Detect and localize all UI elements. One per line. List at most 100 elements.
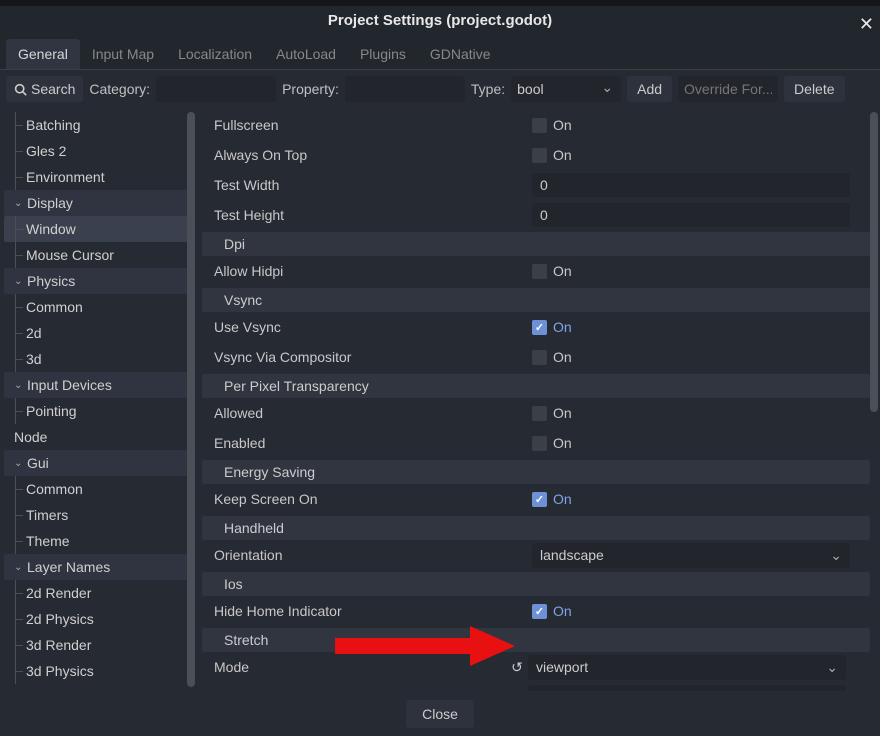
type-label: Type:: [471, 81, 505, 97]
add-button[interactable]: Add: [627, 76, 672, 102]
property-value: On: [532, 349, 870, 365]
tab-localization[interactable]: Localization: [166, 39, 264, 69]
main-scrollbar[interactable]: [870, 112, 878, 412]
sidebar-item-node[interactable]: Node: [4, 424, 192, 450]
sidebar-item-display[interactable]: ⌄Display: [4, 190, 192, 216]
sidebar-item-theme[interactable]: Theme: [4, 528, 192, 554]
checkbox-label: On: [553, 263, 572, 279]
chevron-down-icon: ⌄: [14, 198, 24, 209]
property-label: Use Vsync: [202, 319, 532, 335]
close-icon[interactable]: ✕: [859, 14, 874, 35]
tree-label: Gles 2: [26, 143, 66, 159]
sidebar-item-input-devices[interactable]: ⌄Input Devices: [4, 372, 192, 398]
checkbox-label: On: [553, 491, 572, 507]
property-value: On: [532, 603, 870, 619]
sidebar-item-pointing[interactable]: Pointing: [4, 398, 192, 424]
tab-general[interactable]: General: [6, 39, 80, 69]
tree-label: Batching: [26, 117, 80, 133]
property-label: Always On Top: [202, 147, 532, 163]
category-label: Category:: [89, 81, 150, 97]
revert-icon[interactable]: ↺: [508, 658, 526, 676]
close-button[interactable]: Close: [406, 700, 474, 728]
checkbox[interactable]: [532, 350, 547, 365]
sidebar-item-timers[interactable]: Timers: [4, 502, 192, 528]
checkbox[interactable]: [532, 264, 547, 279]
number-input[interactable]: [532, 173, 850, 197]
sidebar-item-environment[interactable]: Environment: [4, 164, 192, 190]
tree-label: Pointing: [26, 403, 77, 419]
override-input[interactable]: [678, 76, 778, 102]
property-panel: FullscreenOnAlways On TopOnTest WidthTes…: [196, 108, 880, 691]
tab-input-map[interactable]: Input Map: [80, 39, 166, 69]
search-button[interactable]: Search: [6, 76, 83, 102]
section-handheld: Handheld: [202, 516, 870, 540]
delete-button[interactable]: Delete: [784, 76, 844, 102]
sidebar-item-batching[interactable]: Batching: [4, 112, 192, 138]
property-row: Use VsyncOn: [202, 314, 870, 340]
property-value: pixelperfect: [528, 685, 870, 692]
property-value: On: [532, 405, 870, 421]
sidebar-item-window[interactable]: Window: [4, 216, 192, 242]
sidebar-item-2d-render[interactable]: 2d Render: [4, 580, 192, 606]
tab-plugins[interactable]: Plugins: [348, 39, 418, 69]
section-ios: Ios: [202, 572, 870, 596]
tree-label: 3d Physics: [26, 663, 94, 679]
checkbox[interactable]: [532, 320, 547, 335]
checkbox[interactable]: [532, 406, 547, 421]
tree-label: Common: [26, 481, 83, 497]
sidebar-item-gui[interactable]: ⌄Gui: [4, 450, 192, 476]
property-value: On: [532, 435, 870, 451]
checkbox[interactable]: [532, 604, 547, 619]
property-label: Orientation: [202, 547, 532, 563]
tree-label: Gui: [27, 455, 49, 471]
property-row: Test Height: [202, 202, 870, 228]
property-input[interactable]: [345, 76, 465, 102]
sidebar-item-mouse-cursor[interactable]: Mouse Cursor: [4, 242, 192, 268]
property-value: landscape: [532, 543, 870, 568]
property-label: Allowed: [202, 405, 532, 421]
checkbox[interactable]: [532, 492, 547, 507]
dropdown-value: pixelperfect: [536, 689, 608, 691]
tree-label: Display: [27, 195, 73, 211]
checkbox[interactable]: [532, 118, 547, 133]
property-row: Allow HidpiOn: [202, 258, 870, 284]
revert-icon[interactable]: ↺: [508, 688, 526, 691]
sidebar-item-common[interactable]: Common: [4, 476, 192, 502]
dropdown[interactable]: viewport: [528, 655, 846, 680]
category-input[interactable]: [156, 76, 276, 102]
property-row: AllowedOn: [202, 400, 870, 426]
property-value: On: [532, 147, 870, 163]
dropdown[interactable]: landscape: [532, 543, 850, 568]
chevron-down-icon: ⌄: [14, 380, 24, 391]
sidebar-scrollbar[interactable]: [187, 112, 195, 687]
sidebar-item-3d-physics[interactable]: 3d Physics: [4, 658, 192, 684]
sidebar-item-physics[interactable]: ⌄Physics: [4, 268, 192, 294]
property-row: Vsync Via Compositor On: [202, 344, 870, 370]
checkbox[interactable]: [532, 436, 547, 451]
checkbox-label: On: [553, 603, 572, 619]
property-value: [532, 203, 870, 227]
sidebar-item-gles-2[interactable]: Gles 2: [4, 138, 192, 164]
checkbox-label: On: [553, 349, 572, 365]
section-per-pixel-transparency: Per Pixel Transparency: [202, 374, 870, 398]
sidebar-item-2d-physics[interactable]: 2d Physics: [4, 606, 192, 632]
sidebar-item-2d[interactable]: 2d: [4, 320, 192, 346]
dropdown-value: landscape: [540, 547, 604, 563]
property-label: Vsync Via Compositor: [202, 349, 532, 365]
toolbar: Search Category: Property: Type: Add Del…: [0, 70, 880, 108]
tree-label: Layer Names: [27, 559, 110, 575]
sidebar-item-common[interactable]: Common: [4, 294, 192, 320]
titlebar: Project Settings (project.godot) ✕: [0, 0, 880, 35]
sidebar-item-3d-render[interactable]: 3d Render: [4, 632, 192, 658]
tab-autoload[interactable]: AutoLoad: [264, 39, 348, 69]
type-select[interactable]: [511, 76, 621, 102]
number-input[interactable]: [532, 203, 850, 227]
sidebar-item-3d[interactable]: 3d: [4, 346, 192, 372]
dropdown[interactable]: pixelperfect: [528, 685, 846, 692]
tree-label: Physics: [27, 273, 75, 289]
tab-gdnative[interactable]: GDNative: [418, 39, 503, 69]
sidebar-item-layer-names[interactable]: ⌄Layer Names: [4, 554, 192, 580]
section-stretch: Stretch: [202, 628, 870, 652]
tree-label: 2d Physics: [26, 611, 94, 627]
checkbox[interactable]: [532, 148, 547, 163]
